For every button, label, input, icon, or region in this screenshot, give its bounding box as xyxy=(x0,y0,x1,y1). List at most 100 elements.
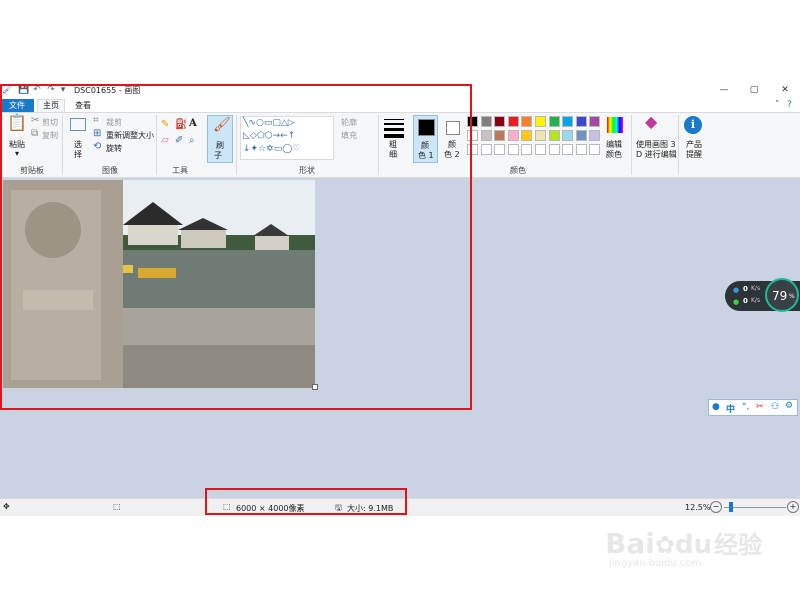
palette-swatch[interactable] xyxy=(467,116,478,127)
palette-swatch[interactable] xyxy=(494,130,506,141)
palette-swatch[interactable] xyxy=(548,130,560,141)
shapes-row-1[interactable]: ╲∿○▭▢△▷ xyxy=(243,117,333,130)
scissors-icon[interactable]: ✂ xyxy=(756,402,764,412)
shapes-row-3[interactable]: ↓✦☆✡▭◯♡ xyxy=(243,143,333,156)
user-icon[interactable]: ⚇ xyxy=(771,402,779,412)
brushes-button[interactable]: 🖌 刷 子 xyxy=(207,115,233,163)
palette-swatch[interactable] xyxy=(507,116,519,127)
ime-language-toggle[interactable]: 中 xyxy=(726,402,735,415)
collapse-ribbon-icon[interactable]: ˄ xyxy=(775,100,780,110)
zoom-out-button[interactable]: − xyxy=(710,501,722,513)
info-icon[interactable]: i xyxy=(684,116,702,134)
quick-access-dropdown-icon[interactable]: ▾ xyxy=(58,85,68,95)
select-button-line2[interactable]: 择 xyxy=(74,149,82,160)
canvas-area[interactable]: ● 0 K/s ● 0 K/s 79 % ● 中 °, ✂ ⚇ ⚙ xyxy=(0,178,800,498)
fill-button[interactable]: 填充 xyxy=(341,130,357,141)
custom-color-slot[interactable] xyxy=(467,144,478,155)
custom-color-slot[interactable] xyxy=(480,144,492,155)
custom-color-slot[interactable] xyxy=(548,144,560,155)
undo-icon[interactable]: ↶ xyxy=(32,85,42,95)
paste-icon[interactable]: 📋 xyxy=(7,115,27,131)
pencil-icon[interactable]: ✎ xyxy=(161,119,169,131)
palette-swatch[interactable] xyxy=(521,130,533,141)
canvas-image[interactable] xyxy=(3,180,315,388)
line-size-icon[interactable] xyxy=(384,119,404,138)
color2-button[interactable]: 颜 色 2 xyxy=(441,115,465,163)
close-button[interactable]: ✕ xyxy=(778,84,792,96)
fill-bucket-icon[interactable]: ⛽ xyxy=(175,119,187,131)
palette-swatch[interactable] xyxy=(562,130,574,141)
zoom-slider-track[interactable] xyxy=(724,507,786,508)
palette-swatch[interactable] xyxy=(467,130,478,141)
palette-swatch[interactable] xyxy=(480,116,492,127)
tab-view[interactable]: 查看 xyxy=(70,99,96,112)
shapes-row-2[interactable]: ◺◇⬠⬡→←↑ xyxy=(243,130,333,143)
resize-button[interactable]: 重新调整大小 xyxy=(106,130,154,141)
select-icon[interactable] xyxy=(70,118,86,131)
text-tool-icon[interactable]: A xyxy=(189,118,197,130)
color-picker-icon[interactable]: ✐ xyxy=(175,135,183,147)
redo-icon[interactable]: ↷ xyxy=(46,85,56,95)
crop-icon[interactable]: ⌗ xyxy=(93,115,99,127)
custom-color-slot[interactable] xyxy=(507,144,519,155)
cut-icon[interactable]: ✂ xyxy=(31,115,39,127)
custom-color-slot[interactable] xyxy=(589,144,601,155)
custom-color-slot[interactable] xyxy=(521,144,533,155)
resize-handle[interactable] xyxy=(312,384,318,390)
help-icon[interactable]: ? xyxy=(787,100,792,110)
custom-color-slot[interactable] xyxy=(535,144,546,155)
shapes-gallery[interactable]: ╲∿○▭▢△▷ ◺◇⬠⬡→←↑ ↓✦☆✡▭◯♡ xyxy=(240,116,334,160)
palette-swatch[interactable] xyxy=(535,130,546,141)
group-label-tools: 工具 xyxy=(172,166,188,175)
custom-color-slot[interactable] xyxy=(494,144,506,155)
magnifier-icon[interactable]: ⌕ xyxy=(189,135,195,147)
maximize-button[interactable]: ▢ xyxy=(747,84,761,96)
custom-color-slot[interactable] xyxy=(562,144,574,155)
ime-toolbar[interactable]: ● 中 °, ✂ ⚇ ⚙ xyxy=(708,399,798,416)
save-icon[interactable]: 💾 xyxy=(18,85,29,95)
paint3d-button-line2[interactable]: D 进行编辑 xyxy=(636,149,677,160)
zoom-slider-thumb[interactable] xyxy=(729,502,733,512)
tab-home[interactable]: 主页 xyxy=(37,99,65,112)
custom-color-slot[interactable] xyxy=(575,144,587,155)
palette-swatch[interactable] xyxy=(494,116,506,127)
palette-swatch[interactable] xyxy=(507,130,519,141)
minimize-button[interactable]: — xyxy=(717,84,731,96)
color1-button[interactable]: 颜 色 1 xyxy=(413,115,438,163)
punctuation-icon[interactable]: °, xyxy=(742,402,749,412)
palette-swatch[interactable] xyxy=(521,116,533,127)
color2-swatch xyxy=(446,121,460,135)
network-speed-widget[interactable]: ● 0 K/s ● 0 K/s 79 % xyxy=(725,278,800,312)
rotate-button[interactable]: 旋转 xyxy=(106,143,122,154)
eraser-icon[interactable]: ▱ xyxy=(161,135,169,147)
file-size: 大小: 9.1MB xyxy=(347,504,394,513)
palette-swatch[interactable] xyxy=(589,116,601,127)
tab-file[interactable]: 文件 xyxy=(0,99,34,112)
edit-colors-button-line2[interactable]: 颜色 xyxy=(606,149,622,160)
paint3d-icon[interactable]: ◆ xyxy=(645,114,657,130)
crop-button[interactable]: 裁剪 xyxy=(106,117,122,128)
resize-icon[interactable]: ⊞ xyxy=(93,128,101,140)
memory-percent: 79 xyxy=(772,289,788,303)
selection-size-icon: ⬚ xyxy=(113,502,121,511)
palette-swatch[interactable] xyxy=(535,116,546,127)
cut-button[interactable]: 剪切 xyxy=(42,117,58,128)
product-alert-button-line2[interactable]: 提醒 xyxy=(686,149,702,160)
palette-swatch[interactable] xyxy=(480,130,492,141)
color-palette[interactable] xyxy=(467,116,603,160)
palette-swatch[interactable] xyxy=(589,130,601,141)
palette-swatch[interactable] xyxy=(562,116,574,127)
size-button-line2[interactable]: 细 xyxy=(389,149,397,160)
outline-button[interactable]: 轮廓 xyxy=(341,117,357,128)
palette-swatch[interactable] xyxy=(548,116,560,127)
paste-dropdown-icon[interactable]: ▾ xyxy=(15,149,19,158)
rotate-icon[interactable]: ⟲ xyxy=(93,141,101,153)
palette-swatch[interactable] xyxy=(575,130,587,141)
copy-icon[interactable]: ⧉ xyxy=(31,128,38,140)
zoom-in-button[interactable]: + xyxy=(787,501,799,513)
ime-settings-icon[interactable]: ⚙ xyxy=(785,401,793,411)
copy-button[interactable]: 复制 xyxy=(42,130,58,141)
ime-logo-icon[interactable]: ● xyxy=(712,402,720,412)
edit-colors-icon[interactable] xyxy=(607,117,623,133)
palette-swatch[interactable] xyxy=(575,116,587,127)
